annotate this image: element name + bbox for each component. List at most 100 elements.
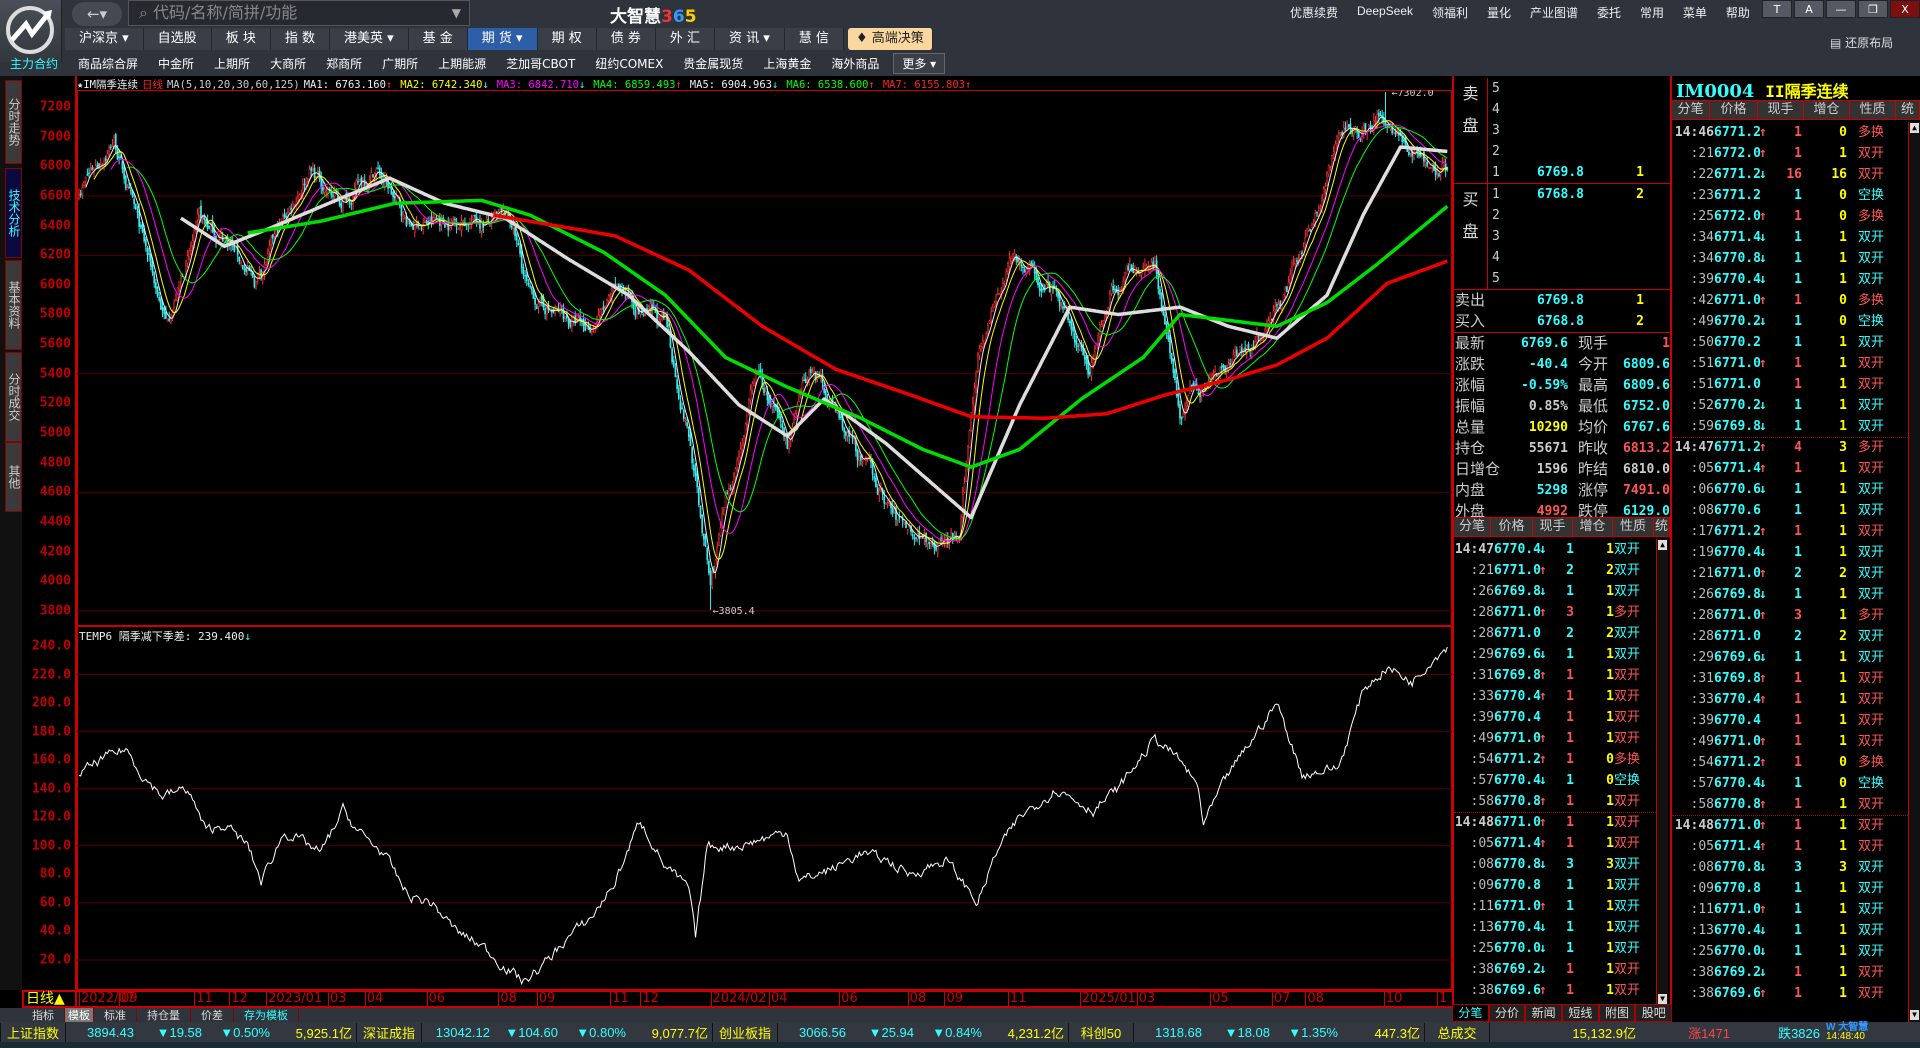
column-header[interactable]: 分笔: [1672, 101, 1710, 119]
scroll-down-icon[interactable]: ▼: [1658, 994, 1667, 1004]
subnav-item[interactable]: 中金所: [148, 55, 204, 72]
side-tab[interactable]: 分时走势: [5, 80, 22, 164]
sell-level[interactable]: 4: [1454, 99, 1670, 120]
column-header[interactable]: 现手: [1758, 101, 1804, 119]
pin-icon[interactable]: T: [1762, 0, 1792, 18]
nav-item[interactable]: 港美英 ▾: [329, 28, 409, 50]
nav-item[interactable]: 慧 信: [784, 28, 844, 50]
bottom-tab[interactable]: 标准: [94, 1008, 137, 1023]
index-name[interactable]: 科创50: [1068, 1022, 1134, 1042]
scrollbar[interactable]: ▲ ▼: [1656, 539, 1668, 1005]
column-header[interactable]: 增仓: [1573, 518, 1613, 536]
top-menu-item[interactable]: 委托: [1597, 4, 1621, 21]
subnav-item[interactable]: 上期所: [204, 55, 260, 72]
sub-chart[interactable]: [77, 626, 1452, 990]
bottom-tab[interactable]: 指标: [22, 1008, 65, 1023]
sell-level[interactable]: 2: [1454, 141, 1670, 162]
nav-item[interactable]: 外 汇: [655, 28, 715, 50]
subnav-item[interactable]: 主力合约: [0, 55, 68, 72]
scrollbar[interactable]: ▲ ▼: [1908, 122, 1920, 1022]
panel-tab[interactable]: 附图: [1598, 1004, 1636, 1022]
time-label: 04: [769, 991, 788, 1006]
close-button[interactable]: X: [1890, 0, 1920, 18]
buy-level[interactable]: 5: [1454, 268, 1670, 289]
panel-tab[interactable]: 新闻: [1525, 1004, 1563, 1022]
nav-item[interactable]: 板 块: [211, 28, 271, 50]
subnav-item[interactable]: 商品综合屏: [68, 55, 148, 72]
subnav-item[interactable]: 郑商所: [316, 55, 372, 72]
side-tab[interactable]: 基本资料: [5, 260, 22, 350]
top-menu-item[interactable]: DeepSeek: [1357, 4, 1413, 21]
column-header[interactable]: 分笔: [1454, 518, 1491, 536]
stat-label: 最新: [1455, 334, 1486, 352]
buy-level[interactable]: 4: [1454, 247, 1670, 268]
column-header[interactable]: 统: [1654, 518, 1670, 536]
main-chart[interactable]: ←7302.0 ←3805.4: [77, 90, 1452, 626]
nav-item[interactable]: ♦ 高端决策: [847, 28, 933, 50]
top-menu-item[interactable]: 量化: [1487, 4, 1511, 21]
column-header[interactable]: 性质: [1613, 518, 1654, 536]
index-name[interactable]: 创业板指: [712, 1022, 778, 1042]
index-name[interactable]: 深证成指: [356, 1022, 422, 1042]
nav-item[interactable]: 沪深京 ▾: [65, 28, 144, 50]
nav-item[interactable]: 债 券: [596, 28, 656, 50]
top-menu-item[interactable]: 领福利: [1432, 4, 1468, 21]
bottom-tab[interactable]: 模板: [65, 1008, 94, 1023]
back-button[interactable]: ←▾: [72, 2, 122, 26]
scroll-down-icon[interactable]: ▼: [1910, 1010, 1919, 1020]
restore-layout-button[interactable]: ▤ 还原布局: [1830, 34, 1918, 51]
index-name[interactable]: 上证指数: [0, 1022, 66, 1042]
minimize-button[interactable]: —: [1826, 0, 1856, 18]
subnav-item[interactable]: 海外商品: [821, 55, 889, 72]
column-header[interactable]: 现手: [1533, 518, 1573, 536]
subnav-item[interactable]: 广期所: [372, 55, 428, 72]
nav-item[interactable]: 指 数: [270, 28, 330, 50]
search-input[interactable]: ⌕ 代码/名称/简拼/功能 ▼: [128, 0, 470, 26]
sell-level[interactable]: 1 6769.8 1: [1454, 162, 1670, 183]
bottom-tab[interactable]: 价差: [191, 1008, 234, 1023]
side-tab[interactable]: 分时成交: [5, 352, 22, 442]
buy-level[interactable]: 2: [1454, 205, 1670, 226]
subnav-item[interactable]: 上海黄金: [753, 55, 821, 72]
chevron-down-icon[interactable]: ▼: [452, 1, 461, 25]
subnav-item[interactable]: 贵金属现货: [673, 55, 753, 72]
column-header[interactable]: 统: [1896, 101, 1920, 119]
nav-item[interactable]: 期 货 ▾: [467, 28, 538, 50]
panel-tab[interactable]: 分价: [1488, 1004, 1526, 1022]
subnav-item[interactable]: 纽约COMEX: [585, 55, 673, 72]
panel-tab[interactable]: 短线: [1562, 1004, 1599, 1022]
panel-tab[interactable]: 股吧: [1635, 1004, 1673, 1022]
top-menu-item[interactable]: 菜单: [1683, 4, 1707, 21]
top-menu-item[interactable]: 产业图谱: [1530, 4, 1578, 21]
panel-tab[interactable]: 分笔: [1452, 1004, 1489, 1022]
subnav-item[interactable]: 芝加哥CBOT: [496, 55, 585, 72]
side-tab[interactable]: 技术分析: [5, 168, 22, 258]
bottom-tab[interactable]: 存为模板: [234, 1008, 299, 1023]
font-icon[interactable]: A: [1794, 0, 1824, 18]
subnav-item[interactable]: 大商所: [260, 55, 316, 72]
top-menu-item[interactable]: 帮助: [1726, 4, 1750, 21]
nav-item[interactable]: 基 金: [408, 28, 468, 50]
candle-body: [1317, 210, 1320, 217]
buy-level[interactable]: 3: [1454, 226, 1670, 247]
sell-level[interactable]: 5: [1454, 78, 1670, 99]
top-menu-item[interactable]: 优惠续费: [1290, 4, 1338, 21]
subnav-item[interactable]: 更多 ▾: [893, 53, 946, 74]
side-tab[interactable]: 其他: [5, 442, 22, 512]
column-header[interactable]: 价格: [1491, 518, 1533, 536]
period-selector[interactable]: 日线▲: [22, 990, 77, 1008]
bottom-tab[interactable]: 持仓量: [137, 1008, 191, 1023]
scroll-up-icon[interactable]: ▲: [1910, 123, 1919, 133]
buy-level[interactable]: 1 6768.8 2: [1454, 184, 1670, 205]
subnav-item[interactable]: 上期能源: [428, 55, 496, 72]
column-header[interactable]: 性质: [1850, 101, 1896, 119]
column-header[interactable]: 价格: [1710, 101, 1758, 119]
nav-item[interactable]: 资 讯 ▾: [715, 28, 785, 50]
restore-button[interactable]: ❐: [1858, 0, 1888, 18]
nav-item[interactable]: 期 权: [537, 28, 597, 50]
column-header[interactable]: 增仓: [1804, 101, 1850, 119]
top-menu-item[interactable]: 常用: [1640, 4, 1664, 21]
nav-item[interactable]: 自选股: [143, 28, 212, 50]
sell-level[interactable]: 3: [1454, 120, 1670, 141]
scroll-up-icon[interactable]: ▲: [1658, 540, 1667, 550]
